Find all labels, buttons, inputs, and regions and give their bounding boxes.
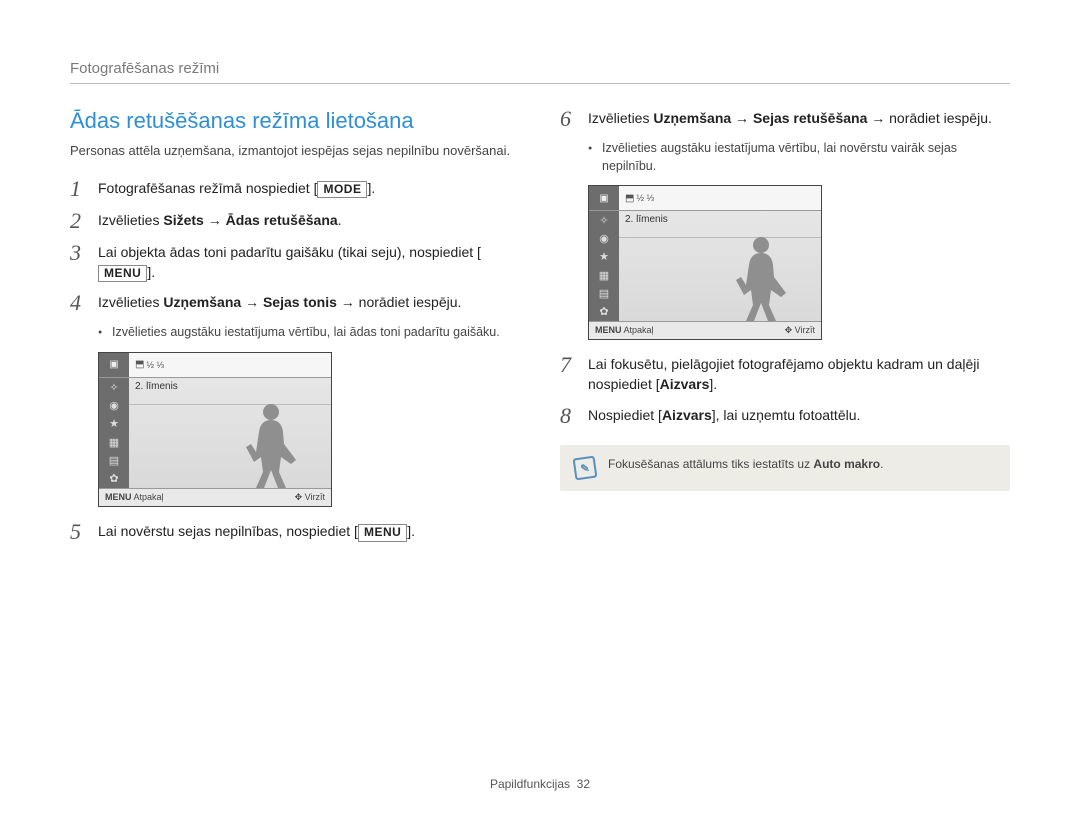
step-text: Nospiediet [: [588, 407, 662, 423]
bold-term: Ādas retušēšana: [226, 212, 338, 228]
step-number: 6: [560, 108, 588, 130]
arrow: →: [731, 110, 753, 126]
step-text: Lai novērstu sejas nepilnības, nospiedie…: [98, 523, 358, 539]
bold-term: Sižets: [163, 212, 203, 228]
step-text: → norādiet iespēju.: [867, 110, 992, 126]
step-text: ].: [709, 376, 717, 392]
step-text: ].: [407, 523, 415, 539]
step-1: 1 Fotografēšanas režīmā nospiediet [MODE…: [70, 178, 520, 200]
back-label: Atpakaļ: [134, 492, 164, 502]
section-title: Ādas retušēšanas režīma lietošana: [70, 108, 520, 134]
step-text: → norādiet iespēju.: [337, 294, 462, 310]
step-text: Izvēlieties: [588, 110, 653, 126]
step-7: 7 Lai fokusētu, pielāgojiet fotografējam…: [560, 354, 1010, 395]
move-label: Virzīt: [305, 492, 325, 502]
level-label: 2. līmenis: [619, 211, 821, 238]
person-silhouette-icon: [726, 235, 796, 321]
right-column: 6 Izvēlieties Uzņemšana → Sejas retušēša…: [560, 108, 1010, 553]
left-column: Ādas retušēšanas režīma lietošana Person…: [70, 108, 520, 553]
exposure-icon: ⬒: [625, 193, 634, 204]
mode-icon: ▣: [599, 193, 608, 204]
step-text: Izvēlieties: [98, 294, 163, 310]
step-text: Fotografēšanas režīmā nospiediet [: [98, 180, 317, 196]
bold-term: Uzņemšana: [653, 110, 731, 126]
bold-term: Aizvars: [662, 407, 712, 423]
sidebar-icon: ▤: [589, 284, 619, 302]
person-silhouette-icon: [236, 402, 306, 488]
step-4: 4 Izvēlieties Uzņemšana → Sejas tonis → …: [70, 292, 520, 314]
bold-term: Sejas tonis: [263, 294, 337, 310]
step-number: 3: [70, 242, 98, 264]
step-number: 8: [560, 405, 588, 427]
sidebar-icon: ▦: [589, 266, 619, 284]
step-number: 1: [70, 178, 98, 200]
mode-button-label: MODE: [317, 181, 367, 199]
page-footer: Papildfunkcijas 32: [0, 777, 1080, 791]
step-number: 2: [70, 210, 98, 232]
camera-screen-illustration: ▣ ⬒½ ⅓ ✧ ◉ ★ ▦ ▤ ✿ 2. līmenis: [98, 352, 332, 507]
note-box: ✎ Fokusēšanas attālums tiks iestatīts uz…: [560, 445, 1010, 491]
sidebar-icon: ◉: [99, 396, 129, 414]
step-text: ].: [147, 264, 155, 280]
camera-screen-illustration: ▣ ⬒½ ⅓ ✧ ◉ ★ ▦ ▤ ✿ 2. līmenis: [588, 185, 822, 340]
step-number: 7: [560, 354, 588, 376]
sidebar-icon: ▤: [99, 451, 129, 469]
step-text: Lai fokusētu, pielāgojiet fotografējamo …: [588, 356, 979, 392]
step-text: .: [338, 212, 342, 228]
menu-button-label: MENU: [358, 524, 407, 542]
step-4-sub: Izvēlieties augstāku iestatījuma vērtību…: [98, 324, 520, 342]
note-text: Fokusēšanas attālums tiks iestatīts uz: [608, 457, 813, 471]
level-label: 2. līmenis: [129, 378, 331, 405]
step-text: ], lai uzņemtu fotoattēlu.: [712, 407, 861, 423]
sidebar-icon: ▦: [99, 433, 129, 451]
sidebar-icon: ✿: [589, 303, 619, 321]
step-2: 2 Izvēlieties Sižets → Ādas retušēšana.: [70, 210, 520, 232]
menu-label: MENU: [105, 492, 132, 502]
step-text: ].: [367, 180, 375, 196]
sidebar-icon: ✧: [589, 211, 619, 229]
step-text: Izvēlieties: [98, 212, 163, 228]
footer-label: Papildfunkcijas: [490, 777, 570, 791]
bold-term: Aizvars: [660, 376, 710, 392]
step-number: 5: [70, 521, 98, 543]
sidebar-icon: ✧: [99, 378, 129, 396]
bold-term: Uzņemšana: [163, 294, 241, 310]
step-8: 8 Nospiediet [Aizvars], lai uzņemtu foto…: [560, 405, 1010, 427]
move-label: Virzīt: [795, 325, 815, 335]
back-label: Atpakaļ: [624, 325, 654, 335]
step-text: Lai objekta ādas toni padarītu gaišāku (…: [98, 244, 481, 260]
page-number: 32: [577, 777, 590, 791]
header-section-label: Fotografēšanas režīmi: [70, 60, 1010, 84]
menu-label: MENU: [595, 325, 622, 335]
mode-icon: ▣: [109, 359, 118, 370]
bold-term: Auto makro: [813, 457, 880, 471]
arrow: →: [241, 294, 263, 310]
step-6: 6 Izvēlieties Uzņemšana → Sejas retušēša…: [560, 108, 1010, 130]
step-6-sub: Izvēlieties augstāku iestatījuma vērtību…: [588, 140, 1010, 175]
note-icon: ✎: [573, 455, 598, 480]
exposure-icon: ⬒: [135, 359, 144, 370]
sidebar-icon: ✿: [99, 470, 129, 488]
step-5: 5 Lai novērstu sejas nepilnības, nospied…: [70, 521, 520, 543]
intro-text: Personas attēla uzņemšana, izmantojot ie…: [70, 142, 520, 160]
sidebar-icon: ◉: [589, 229, 619, 247]
arrow: →: [204, 212, 226, 228]
menu-button-label: MENU: [98, 265, 147, 283]
step-number: 4: [70, 292, 98, 314]
note-text: .: [880, 457, 883, 471]
sidebar-icon: ★: [589, 248, 619, 266]
sidebar-icon: ★: [99, 415, 129, 433]
step-3: 3 Lai objekta ādas toni padarītu gaišāku…: [70, 242, 520, 283]
bold-term: Sejas retušēšana: [753, 110, 867, 126]
